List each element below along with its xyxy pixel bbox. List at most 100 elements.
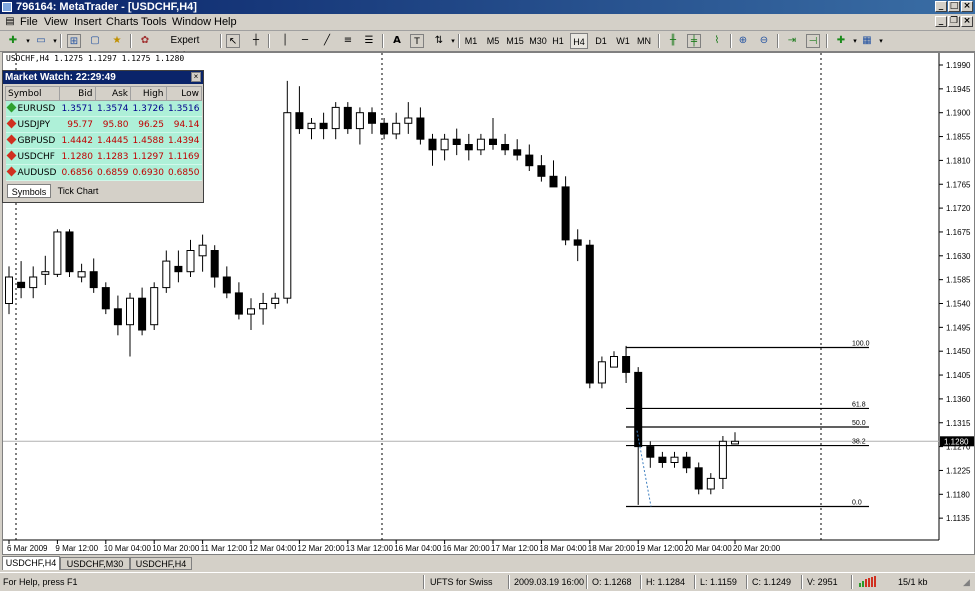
minimize-button[interactable]: _ xyxy=(935,1,947,12)
table-row[interactable]: EURUSD 1.3571 1.3574 1.3726 1.3516 xyxy=(5,100,202,117)
chart-tab-usdchf-h4[interactable]: USDCHF,H4 xyxy=(2,556,60,570)
line-chart-icon[interactable]: ⌇ xyxy=(710,34,724,48)
profiles-icon[interactable]: ▭ xyxy=(34,34,48,48)
time-tick-label: 20 Mar 20:00 xyxy=(733,544,781,553)
candle-body xyxy=(307,122,316,130)
column-header[interactable]: Symbol xyxy=(5,86,60,101)
toolbar: ✚ ▾ ▭ ▾ ⊞ ▢ ★ ✿ Expert Advisors ↖ ┼ │ ─ … xyxy=(0,31,975,62)
autoscroll-icon[interactable]: ⇥ xyxy=(785,34,799,48)
market-watch-icon[interactable]: ⊞ xyxy=(67,34,81,48)
price-tick-label: 1.1585 xyxy=(946,276,971,285)
maximize-button[interactable]: □ xyxy=(948,1,960,12)
menu-tools[interactable]: Tools xyxy=(141,16,167,28)
candle-body xyxy=(440,138,449,151)
arrows-icon[interactable]: ⇅ xyxy=(432,34,446,48)
indicators-icon[interactable]: ✚ xyxy=(834,34,848,48)
low-cell: 1.1169 xyxy=(166,148,202,165)
dropdown-arrow-icon[interactable]: ▾ xyxy=(874,34,888,48)
time-tick-label: 6 Mar 2009 xyxy=(7,544,48,553)
candle-body xyxy=(416,117,425,140)
table-row[interactable]: USDJPY 95.77 95.80 96.25 94.14 xyxy=(5,116,202,133)
symbol-cell[interactable]: USDCHF xyxy=(5,148,60,165)
fibo-level-label: 61.8 xyxy=(852,401,866,408)
status-separator xyxy=(586,575,588,589)
candle-body xyxy=(501,144,510,151)
high-cell: 0.6930 xyxy=(130,164,166,181)
resize-grip-icon[interactable]: ◢ xyxy=(960,576,974,589)
candle-body xyxy=(428,138,437,151)
cursor-icon[interactable]: ↖ xyxy=(226,34,240,48)
candle-body xyxy=(368,112,376,124)
chart-tab-usdchf-m30[interactable]: USDCHF,M30 xyxy=(60,557,130,570)
table-row[interactable]: AUDUSD 0.6856 0.6859 0.6930 0.6850 xyxy=(5,164,202,181)
timeframe-w1[interactable]: W1 xyxy=(614,33,632,49)
price-tick-label: 1.1315 xyxy=(946,419,971,428)
table-row[interactable]: GBPUSD 1.4442 1.4445 1.4588 1.4394 xyxy=(5,132,202,149)
column-header[interactable]: Ask xyxy=(94,86,131,101)
price-down-icon xyxy=(6,150,16,160)
chart-tab-usdchf-h4-2[interactable]: USDCHF,H4 xyxy=(130,557,192,570)
child-close-button[interactable]: × xyxy=(961,16,973,27)
candle-body xyxy=(464,144,473,151)
horizontal-line-icon[interactable]: ─ xyxy=(298,34,312,48)
bar-chart-icon[interactable]: ╫ xyxy=(666,34,680,48)
timeframe-m15[interactable]: M15 xyxy=(505,33,525,49)
chart-shift-icon[interactable]: ⊣ xyxy=(806,34,820,48)
text-icon[interactable]: A xyxy=(390,34,404,48)
crosshair-icon[interactable]: ┼ xyxy=(249,34,263,48)
column-header[interactable]: High xyxy=(130,86,167,101)
connection-bars-icon xyxy=(859,576,876,587)
menu-view[interactable]: View xyxy=(44,16,68,28)
dropdown-arrow-icon[interactable]: ▾ xyxy=(21,34,35,48)
symbol-cell[interactable]: USDJPY xyxy=(5,116,60,133)
timeframe-h4[interactable]: H4 xyxy=(570,33,588,49)
channel-icon[interactable]: ≡ xyxy=(341,34,355,48)
price-tick-label: 1.1630 xyxy=(946,252,971,261)
column-header[interactable]: Low xyxy=(165,86,202,101)
new-chart-icon[interactable]: ✚ xyxy=(6,34,20,48)
symbol-cell[interactable]: AUDUSD xyxy=(5,164,60,181)
timeframe-m5[interactable]: M5 xyxy=(485,33,501,49)
time-tick-label: 18 Mar 20:00 xyxy=(588,544,636,553)
price-tick-label: 1.1675 xyxy=(946,228,971,237)
candle-body xyxy=(597,361,606,384)
table-row[interactable]: USDCHF 1.1280 1.1283 1.1297 1.1169 xyxy=(5,148,202,165)
expert-advisors-button[interactable]: Expert Advisors xyxy=(154,33,216,62)
timeframe-d1[interactable]: D1 xyxy=(593,33,609,49)
timeframe-m1[interactable]: M1 xyxy=(464,33,478,49)
close-button[interactable]: × xyxy=(961,1,973,12)
vertical-line-icon[interactable]: │ xyxy=(278,34,292,48)
toolbar-separator xyxy=(826,34,828,48)
menu-window[interactable]: Window xyxy=(172,16,211,28)
price-tick-label: 1.1495 xyxy=(946,323,971,332)
menu-charts[interactable]: Charts xyxy=(106,16,138,28)
toolbar-separator xyxy=(730,34,732,48)
symbol-name: AUDUSD xyxy=(17,167,57,178)
timeframe-mn[interactable]: MN xyxy=(635,33,653,49)
zoom-in-icon[interactable]: ⊕ xyxy=(736,34,750,48)
navigator-icon[interactable]: ★ xyxy=(110,34,124,48)
symbol-cell[interactable]: EURUSD xyxy=(5,100,60,117)
low-cell: 1.4394 xyxy=(166,132,202,149)
child-minimize-button[interactable]: _ xyxy=(935,16,947,27)
close-icon[interactable]: × xyxy=(191,72,201,82)
zoom-out-icon[interactable]: ⊖ xyxy=(757,34,771,48)
periods-icon[interactable]: ▦ xyxy=(860,34,874,48)
tab-tick-chart[interactable]: Tick Chart xyxy=(53,184,103,198)
timeframe-m30[interactable]: M30 xyxy=(528,33,548,49)
symbol-cell[interactable]: GBPUSD xyxy=(5,132,60,149)
fibonacci-icon[interactable]: ☰ xyxy=(362,34,376,48)
column-header[interactable]: Bid xyxy=(59,86,96,101)
candlestick-icon[interactable]: ╪ xyxy=(687,34,701,48)
data-window-icon[interactable]: ▢ xyxy=(88,34,102,48)
menu-help[interactable]: Help xyxy=(214,16,237,28)
menu-insert[interactable]: Insert xyxy=(74,16,102,28)
time-tick-label: 20 Mar 04:00 xyxy=(685,544,733,553)
timeframe-h1[interactable]: H1 xyxy=(551,33,565,49)
text-label-icon[interactable]: T xyxy=(410,34,424,48)
menu-file[interactable]: File xyxy=(20,16,38,28)
child-restore-button[interactable]: ❐ xyxy=(948,16,960,27)
trendline-icon[interactable]: ╱ xyxy=(320,34,334,48)
expert-advisors-icon[interactable]: ✿ xyxy=(138,34,152,48)
tab-symbols[interactable]: Symbols xyxy=(7,184,51,198)
